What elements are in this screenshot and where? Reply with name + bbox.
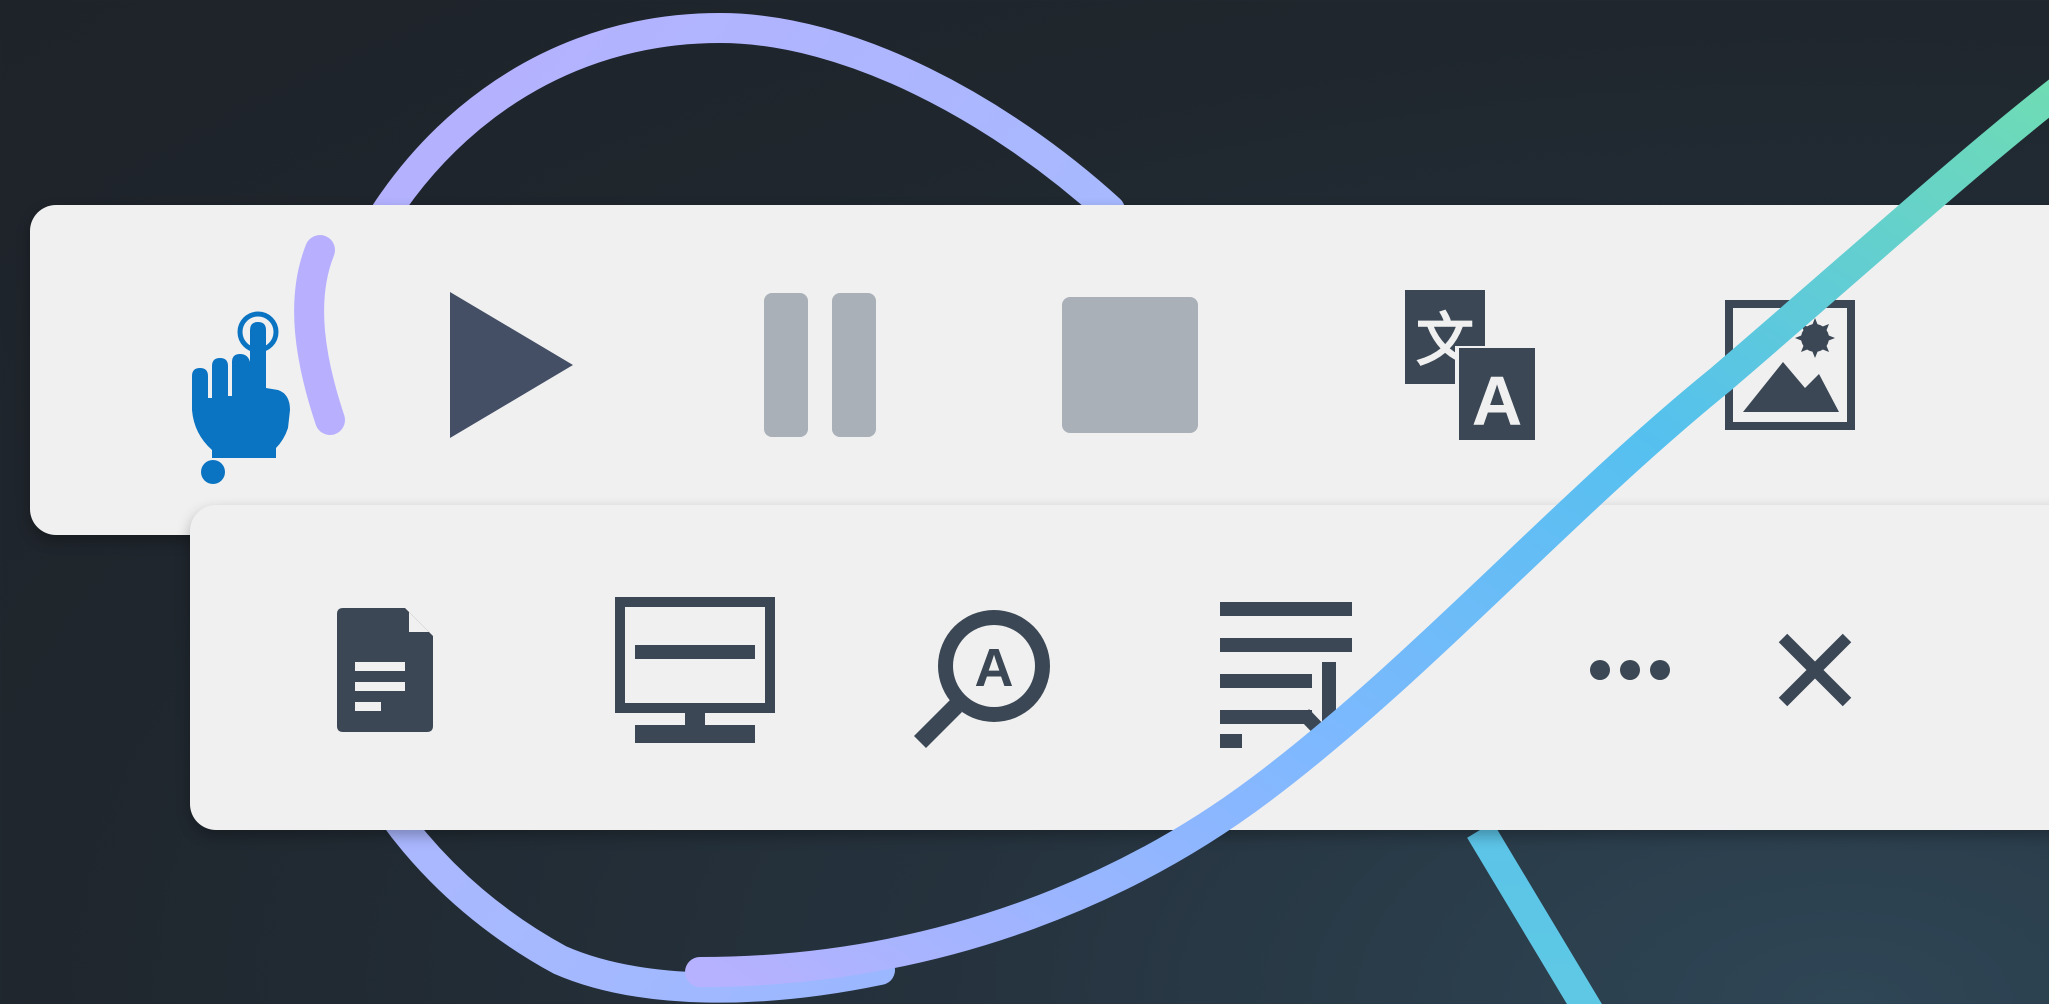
document-icon (337, 608, 433, 732)
text-extract-button[interactable] (1210, 595, 1370, 755)
svg-text:A: A (975, 638, 1014, 698)
pause-button[interactable] (745, 275, 895, 455)
monitor-icon (615, 597, 775, 743)
stop-icon (1062, 297, 1198, 433)
close-button[interactable] (1750, 605, 1880, 735)
click-and-listen-button[interactable] (150, 275, 330, 495)
app-stage: 文 A A (0, 0, 2049, 1004)
play-button[interactable] (430, 275, 590, 455)
play-icon (450, 292, 573, 438)
svg-text:A: A (1472, 362, 1523, 440)
more-button[interactable] (1570, 615, 1690, 725)
text-finder-button[interactable]: A (910, 595, 1060, 755)
translate-icon: 文 A (1405, 290, 1535, 440)
screen-button[interactable] (610, 595, 780, 745)
picture-button[interactable] (1700, 275, 1880, 455)
image-icon (1725, 300, 1855, 430)
stop-button[interactable] (1040, 275, 1220, 455)
lines-arrow-down-icon (1220, 602, 1360, 748)
pause-icon (764, 293, 876, 437)
pointing-hand-icon (192, 311, 290, 458)
document-button[interactable] (320, 595, 450, 745)
magnifier-a-icon: A (914, 610, 1050, 748)
more-icon (1590, 660, 1670, 680)
secondary-toolbar: A (190, 505, 2049, 830)
main-toolbar: 文 A (30, 205, 2049, 535)
close-icon (1778, 633, 1852, 707)
translate-button[interactable]: 文 A (1380, 275, 1560, 455)
active-indicator-dot (201, 460, 225, 484)
